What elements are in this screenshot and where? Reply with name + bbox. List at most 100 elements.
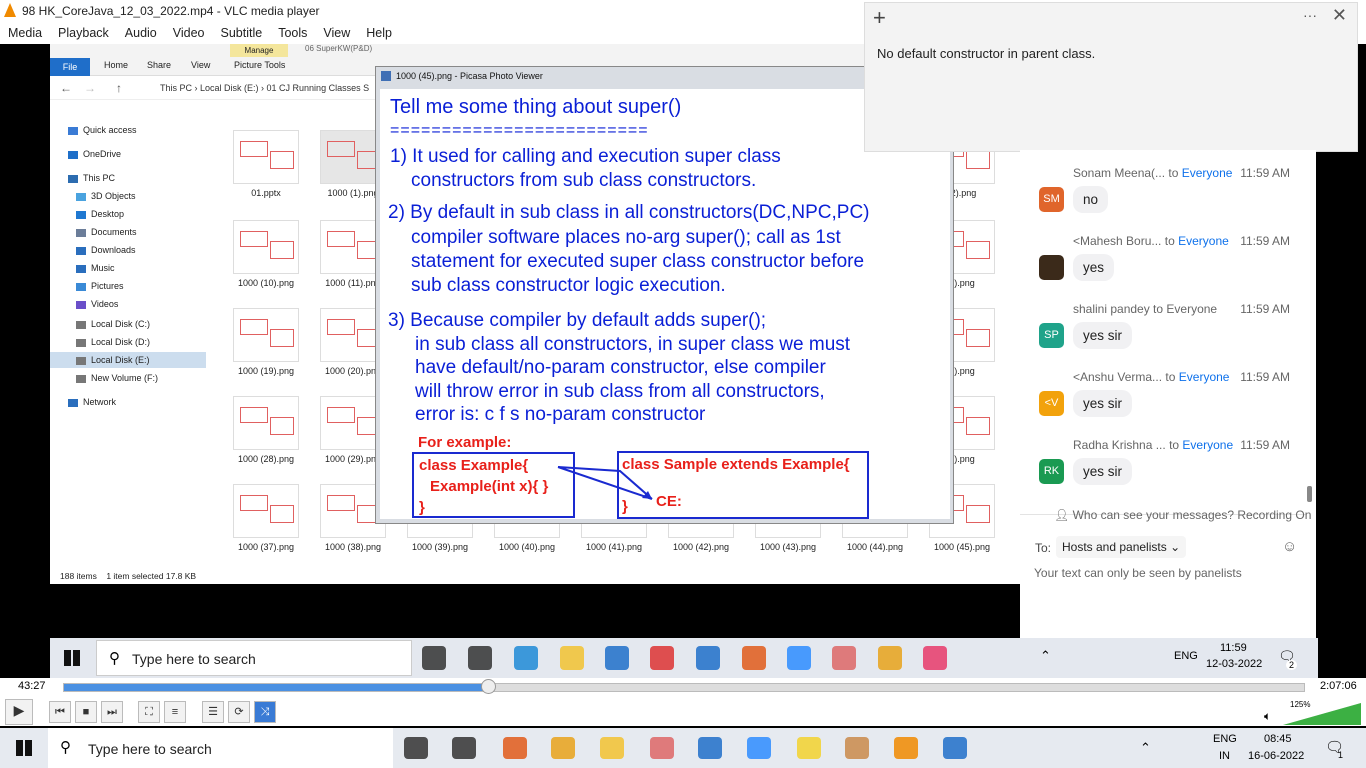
menu-tools[interactable]: Tools	[270, 26, 315, 40]
nav-item-network[interactable]: Network	[68, 394, 116, 410]
plus-icon[interactable]: +	[873, 5, 886, 31]
play-button[interactable]: ▶	[5, 699, 33, 725]
mail-icon[interactable]	[696, 646, 720, 670]
tab-picture-tools[interactable]: Picture Tools	[234, 60, 285, 70]
windows-start-icon[interactable]	[16, 740, 32, 756]
menu-playback[interactable]: Playback	[50, 26, 117, 40]
menu-audio[interactable]: Audio	[117, 26, 165, 40]
menu-help[interactable]: Help	[358, 26, 400, 40]
nav-item-local-disk-e-[interactable]: Local Disk (E:)	[50, 352, 206, 368]
paint-icon[interactable]	[832, 646, 856, 670]
paint-icon[interactable]	[650, 737, 674, 759]
fullscreen-button[interactable]: ⛶	[138, 701, 160, 723]
store-icon[interactable]	[698, 737, 722, 759]
menu-subtitle[interactable]: Subtitle	[213, 26, 271, 40]
taskbar-search-box[interactable]: ⚲ Type here to search	[96, 640, 412, 676]
file-item[interactable]: 1000 (10).png	[226, 220, 306, 288]
edge-icon[interactable]	[514, 646, 538, 670]
camera-icon[interactable]	[923, 646, 947, 670]
seek-bar[interactable]	[63, 683, 1305, 692]
zoom-icon[interactable]	[787, 646, 811, 670]
nav-item-3d-objects[interactable]: 3D Objects	[76, 188, 136, 204]
stop-button[interactable]: ■	[75, 701, 97, 723]
file-item[interactable]: 01.pptx	[226, 130, 306, 198]
clock-time[interactable]: 11:59	[1220, 642, 1247, 654]
menu-media[interactable]: Media	[0, 26, 50, 40]
chat-input[interactable]: Your text can only be seen by panelists	[1034, 566, 1242, 580]
loop-button[interactable]: ⟳	[228, 701, 250, 723]
chrome-icon[interactable]	[551, 737, 575, 759]
nav-item-documents[interactable]: Documents	[76, 224, 137, 240]
forward-arrow-icon[interactable]: →	[84, 81, 96, 95]
nav-item-this-pc[interactable]: This PC	[68, 170, 115, 186]
file-item[interactable]: 1000 (19).png	[226, 308, 306, 376]
audience-label[interactable]: Everyone	[1178, 234, 1229, 248]
nav-item-pictures[interactable]: Pictures	[76, 278, 124, 294]
audience-label[interactable]: Everyone	[1182, 166, 1233, 180]
audience-label[interactable]: Everyone	[1182, 438, 1233, 452]
vlc-icon[interactable]	[894, 737, 918, 759]
nav-item-downloads[interactable]: Downloads	[76, 242, 136, 258]
up-arrow-icon[interactable]: ↑	[116, 81, 122, 95]
nav-item-local-disk-c-[interactable]: Local Disk (C:)	[76, 316, 150, 332]
privacy-notice[interactable]: 👤︎ Who can see your messages? Recording …	[1054, 508, 1311, 522]
chat-scrollbar[interactable]	[1307, 486, 1312, 502]
tab-view[interactable]: View	[191, 60, 210, 70]
back-arrow-icon[interactable]: ←	[60, 81, 72, 95]
close-icon[interactable]: ✕	[1332, 5, 1347, 26]
chrome-icon[interactable]	[878, 646, 902, 670]
file-item[interactable]: 1000 (37).png	[226, 484, 306, 552]
notification-popup[interactable]: + ··· ✕ No default constructor in parent…	[864, 2, 1358, 152]
playlist-button[interactable]: ☰	[202, 701, 224, 723]
nav-item-quick-access[interactable]: Quick access	[68, 122, 137, 138]
shuffle-button[interactable]: ⤨	[254, 701, 276, 723]
audience-label[interactable]: Everyone	[1179, 370, 1230, 384]
gift-icon[interactable]	[650, 646, 674, 670]
nav-item-onedrive[interactable]: OneDrive	[68, 146, 121, 162]
tray-chevron-up-icon[interactable]: ⌃	[1040, 648, 1051, 664]
store-icon[interactable]	[605, 646, 629, 670]
tab-share[interactable]: Share	[147, 60, 171, 70]
region-indicator[interactable]: IN	[1219, 750, 1230, 762]
task-view-icon[interactable]	[452, 737, 476, 759]
recorder-icon[interactable]	[742, 646, 766, 670]
manage-tab[interactable]: Manage	[230, 44, 288, 57]
file-explorer-icon[interactable]	[560, 646, 584, 670]
file-item[interactable]: 1000 (28).png	[226, 396, 306, 464]
nav-item-local-disk-d-[interactable]: Local Disk (D:)	[76, 334, 150, 350]
zoom-icon[interactable]	[747, 737, 771, 759]
recipient-dropdown[interactable]: Hosts and panelists ⌄	[1056, 536, 1187, 558]
nav-item-music[interactable]: Music	[76, 260, 115, 276]
palette-icon[interactable]	[845, 737, 869, 759]
speaker-icon[interactable]: 🔈︎	[1264, 709, 1271, 724]
clock-time[interactable]: 08:45	[1264, 733, 1292, 745]
breadcrumb[interactable]: This PC › Local Disk (E:) › 01 CJ Runnin…	[160, 83, 369, 93]
volume-slider[interactable]	[1283, 703, 1361, 725]
tab-home[interactable]: Home	[104, 60, 128, 70]
windows-start-icon[interactable]	[64, 650, 80, 666]
extended-settings-button[interactable]: ≡	[164, 701, 186, 723]
nav-item-desktop[interactable]: Desktop	[76, 206, 124, 222]
more-options-icon[interactable]: ···	[1303, 7, 1317, 23]
taskbar-search-box[interactable]: ⚲ Type here to search	[48, 728, 393, 768]
next-button[interactable]: ⏭	[101, 701, 123, 723]
file-explorer-icon[interactable]	[600, 737, 624, 759]
sticky-notes-icon[interactable]	[797, 737, 821, 759]
nav-item-videos[interactable]: Videos	[76, 296, 118, 312]
tab-file[interactable]: File	[50, 58, 90, 76]
clock-date[interactable]: 16-06-2022	[1248, 750, 1304, 762]
recorder-icon[interactable]	[503, 737, 527, 759]
photos-icon[interactable]	[943, 737, 967, 759]
cortana-icon[interactable]	[404, 737, 428, 759]
language-indicator[interactable]: ENG	[1174, 650, 1198, 662]
tray-chevron-up-icon[interactable]: ⌃	[1140, 740, 1151, 756]
task-view-icon[interactable]	[422, 646, 446, 670]
language-indicator[interactable]: ENG	[1213, 733, 1237, 745]
widgets-icon[interactable]	[468, 646, 492, 670]
nav-item-new-volume-f-[interactable]: New Volume (F:)	[76, 370, 158, 386]
menu-video[interactable]: Video	[165, 26, 213, 40]
emoji-icon[interactable]: ☺	[1282, 538, 1297, 555]
clock-date[interactable]: 12-03-2022	[1206, 658, 1262, 670]
menu-view[interactable]: View	[315, 26, 358, 40]
previous-button[interactable]: ⏮	[49, 701, 71, 723]
